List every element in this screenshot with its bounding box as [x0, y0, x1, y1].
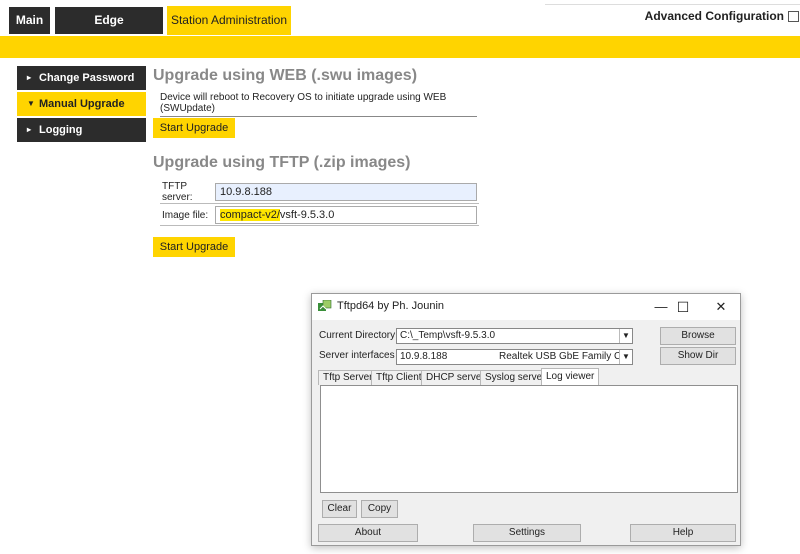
image-file-path-highlight: compact-v2/ [220, 209, 280, 221]
server-interfaces-nic: Realtek USB GbE Family Contr [499, 351, 633, 362]
chevron-down-icon[interactable]: ▼ [619, 329, 632, 343]
settings-button[interactable]: Settings [473, 524, 581, 542]
top-nav: Main Edge Configuration Station Administ… [0, 0, 800, 54]
divider [545, 4, 800, 5]
sidebar-item-label: Change Password [39, 72, 135, 84]
clear-button[interactable]: Clear [322, 500, 357, 518]
browse-button[interactable]: Browse [660, 327, 736, 345]
web-upgrade-note: Device will reboot to Recovery OS to ini… [160, 92, 477, 117]
tab-edge-configuration[interactable]: Edge Configuration [55, 7, 163, 54]
server-interfaces-label: Server interfaces [319, 350, 395, 361]
image-file-label: Image file: [162, 210, 209, 221]
tab-station-administration[interactable]: Station Administration [167, 6, 291, 35]
advanced-configuration-checkbox[interactable] [788, 10, 799, 22]
tftp-start-upgrade-button[interactable]: Start Upgrade [153, 237, 235, 257]
chevron-right-icon: ▸ [27, 73, 32, 82]
tab-tftp-server[interactable]: Tftp Server [318, 370, 378, 385]
current-directory-combo[interactable]: C:\_Temp\vsft-9.5.3.0 ▼ [396, 328, 633, 344]
tab-log-viewer[interactable]: Log viewer [541, 368, 600, 385]
current-directory-label: Current Directory [319, 330, 396, 341]
server-interfaces-ip: 10.9.8.188 [400, 351, 448, 362]
tftpd-title: Tftpd64 by Ph. Jounin [337, 300, 445, 312]
tftp-upgrade-title: Upgrade using TFTP (.zip images) [153, 154, 411, 171]
tftp-server-input[interactable]: 10.9.8.188 [215, 183, 477, 201]
tftpd-window: Tftpd64 by Ph. Jounin — ☐ ✕ Current Dire… [311, 293, 741, 546]
advanced-configuration-label: Advanced Configuration [644, 9, 784, 23]
browser-page: Main Edge Configuration Station Administ… [0, 0, 800, 554]
sidebar-item-manual-upgrade[interactable]: ▼ Manual Upgrade [17, 92, 146, 116]
chevron-right-icon: ▸ [27, 125, 32, 134]
sidebar-item-change-password[interactable]: ▸ Change Password [17, 66, 146, 90]
advanced-configuration[interactable]: Advanced Configuration [645, 9, 800, 23]
tftp-server-label: TFTP server: [162, 181, 193, 203]
sidebar: ▸ Change Password ▼ Manual Upgrade ▸ Log… [17, 66, 146, 144]
about-button[interactable]: About [318, 524, 418, 542]
image-file-name: vsft-9.5.3.0 [279, 209, 335, 221]
current-directory-value: C:\_Temp\vsft-9.5.3.0 [400, 330, 496, 341]
tab-main[interactable]: Main [9, 7, 50, 34]
tftpd-title-bar[interactable]: Tftpd64 by Ph. Jounin — ☐ ✕ [312, 294, 740, 320]
sidebar-item-label: Manual Upgrade [39, 98, 125, 110]
tab-syslog-server[interactable]: Syslog server [480, 370, 551, 385]
chevron-down-icon: ▼ [27, 99, 35, 108]
tab-tftp-client[interactable]: Tftp Client [371, 370, 427, 385]
show-dir-button[interactable]: Show Dir [660, 347, 736, 365]
help-button[interactable]: Help [630, 524, 736, 542]
maximize-icon[interactable]: ☐ [664, 296, 702, 318]
image-file-input[interactable]: compact-v2/vsft-9.5.3.0 [215, 206, 477, 224]
divider [160, 203, 479, 204]
chevron-down-icon[interactable]: ▼ [619, 350, 632, 364]
header-band [0, 36, 800, 58]
sidebar-item-logging[interactable]: ▸ Logging [17, 118, 146, 142]
web-start-upgrade-button[interactable]: Start Upgrade [153, 118, 235, 138]
log-viewer-pane[interactable] [320, 385, 738, 493]
server-interfaces-combo[interactable]: 10.9.8.188 Realtek USB GbE Family Contr … [396, 349, 633, 365]
close-icon[interactable]: ✕ [702, 296, 740, 318]
tftpd-app-icon [318, 300, 332, 311]
sidebar-item-label: Logging [39, 124, 83, 136]
divider [160, 225, 479, 226]
web-upgrade-title: Upgrade using WEB (.swu images) [153, 67, 418, 84]
copy-button[interactable]: Copy [361, 500, 398, 518]
